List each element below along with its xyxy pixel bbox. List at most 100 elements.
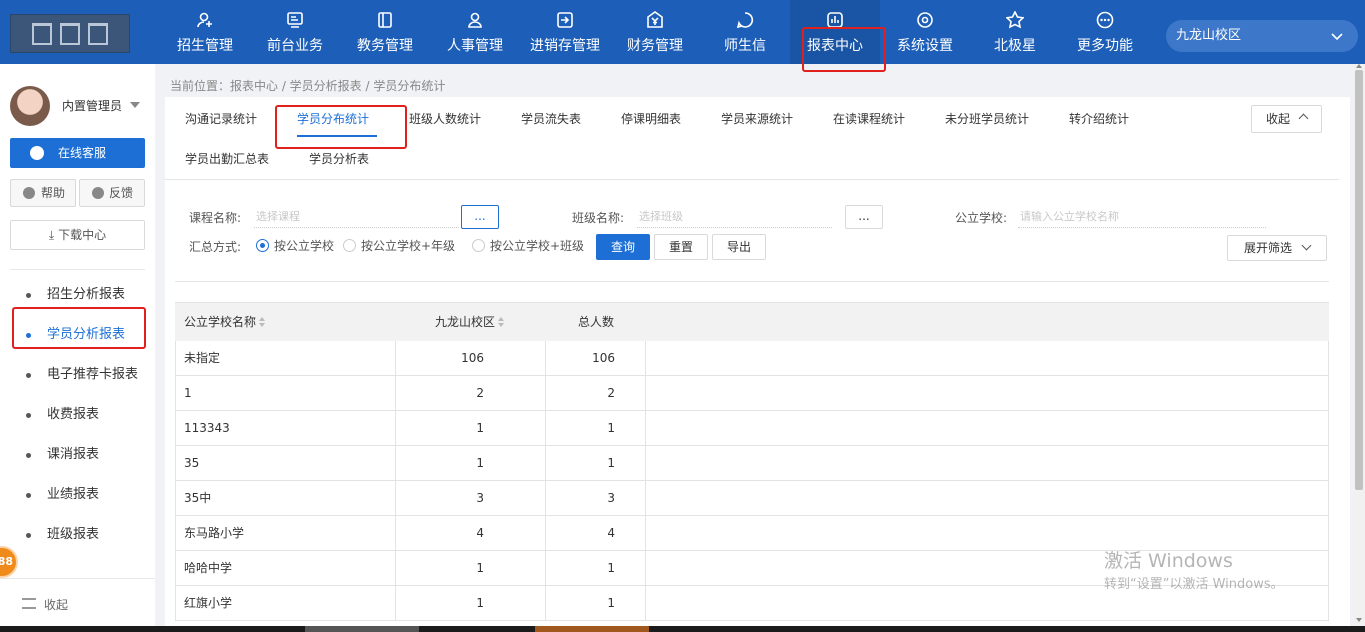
sidebar-item-ecard-report[interactable]: 电子推荐卡报表 xyxy=(0,355,155,395)
table-row: 35 1 1 xyxy=(175,446,1329,481)
activation-watermark-subtitle: 转到“设置”以激活 Windows。 xyxy=(1104,577,1284,592)
nav-frontdesk[interactable]: 前台业务 xyxy=(250,0,340,64)
nav-finance[interactable]: 财务管理 xyxy=(610,0,700,64)
radio-by-school-grade[interactable]: 按公立学校+年级 xyxy=(343,239,455,253)
bullet-icon xyxy=(26,493,31,498)
bullet-icon xyxy=(26,333,31,338)
sidebar-item-student-report[interactable]: 学员分析报表 xyxy=(0,315,155,355)
column-header-total[interactable]: 总人数 xyxy=(578,303,614,342)
class-input[interactable]: 选择班级 xyxy=(637,206,832,228)
download-icon: ⤓ xyxy=(48,228,55,242)
taskbar-item[interactable] xyxy=(305,626,419,632)
question-icon xyxy=(23,187,35,199)
course-picker-button[interactable]: ... xyxy=(461,205,499,229)
breadcrumb: 当前位置：报表中心 / 学员分析报表 / 学员分布统计 xyxy=(170,79,446,93)
feedback-button[interactable]: 反馈 xyxy=(79,179,145,207)
collapse-tabs-button[interactable]: 收起 xyxy=(1251,105,1322,133)
chevron-down-icon xyxy=(1301,240,1312,251)
help-button[interactable]: 帮助 xyxy=(10,179,76,207)
wechat-icon xyxy=(30,146,44,160)
star-icon xyxy=(1005,10,1025,29)
table-row: 35中 3 3 xyxy=(175,481,1329,516)
class-picker-button[interactable]: ... xyxy=(845,205,883,229)
nav-messaging[interactable]: 师生信 xyxy=(700,0,790,64)
school-label: 公立学校: xyxy=(955,211,1008,225)
online-service-button[interactable]: 在线客服 xyxy=(10,138,145,168)
page-scrollbar[interactable] xyxy=(1353,64,1365,624)
query-button[interactable]: 查询 xyxy=(596,234,650,260)
tab-student-churn[interactable]: 学员流失表 xyxy=(521,101,581,137)
column-header-school[interactable]: 公立学校名称 xyxy=(184,303,266,342)
sidebar-item-fee-report[interactable]: 收费报表 xyxy=(0,395,155,435)
divider xyxy=(175,281,1329,282)
scroll-down-icon[interactable] xyxy=(1356,618,1362,622)
expand-filter-button[interactable]: 展开筛选 xyxy=(1227,235,1327,261)
sidebar-item-performance-report[interactable]: 业绩报表 xyxy=(0,475,155,515)
sidebar-item-class-report[interactable]: 班级报表 xyxy=(0,515,155,555)
taskbar xyxy=(0,626,1365,632)
table-row: 未指定 106 106 xyxy=(175,341,1329,376)
campus-selector[interactable]: 九龙山校区 xyxy=(1166,20,1358,52)
sort-icon[interactable] xyxy=(498,317,505,327)
sidebar-item-enrollment-report[interactable]: 招生分析报表 xyxy=(0,275,155,315)
tab-attendance-summary[interactable]: 学员出勤汇总表 xyxy=(185,141,269,177)
download-center-button[interactable]: ⤓ 下载中心 xyxy=(10,220,145,250)
reset-button[interactable]: 重置 xyxy=(654,234,708,260)
table-row: 1 2 2 xyxy=(175,376,1329,411)
tab-active-course-stats[interactable]: 在读课程统计 xyxy=(833,101,905,137)
nav-polaris[interactable]: 北极星 xyxy=(970,0,1060,64)
arrow-box-icon xyxy=(556,11,574,29)
active-tab-indicator xyxy=(297,135,377,137)
sidebar-collapse-button[interactable]: 收起 xyxy=(22,596,68,613)
tab-student-analysis[interactable]: 学员分析表 xyxy=(309,141,369,177)
radio-by-school-class[interactable]: 按公立学校+班级 xyxy=(472,239,584,253)
person-icon xyxy=(466,11,484,29)
campus-name: 九龙山校区 xyxy=(1176,28,1242,43)
chevron-up-icon xyxy=(1298,113,1309,124)
tab-referral-stats[interactable]: 转介绍统计 xyxy=(1069,101,1129,137)
user-name[interactable]: 内置管理员 xyxy=(62,97,122,114)
scroll-up-icon[interactable] xyxy=(1356,64,1362,68)
more-icon xyxy=(1096,11,1114,29)
divider xyxy=(10,269,145,270)
caret-down-icon[interactable] xyxy=(130,102,140,108)
user-add-icon xyxy=(196,11,214,29)
feedback-icon xyxy=(92,187,104,199)
bullet-icon xyxy=(26,373,31,378)
sort-icon[interactable] xyxy=(259,317,266,327)
scroll-thumb[interactable] xyxy=(1355,70,1363,490)
school-input[interactable]: 请输入公立学校名称 xyxy=(1018,206,1266,228)
nav-more[interactable]: 更多功能 xyxy=(1060,0,1150,64)
tab-source-stats[interactable]: 学员来源统计 xyxy=(721,101,793,137)
divider xyxy=(165,179,1339,180)
menu-fold-icon xyxy=(22,598,36,609)
activation-watermark-title: 激活 Windows xyxy=(1104,550,1233,572)
nav-reports[interactable]: 报表中心 xyxy=(790,0,880,64)
nav-hr[interactable]: 人事管理 xyxy=(430,0,520,64)
tab-unassigned-stats[interactable]: 未分班学员统计 xyxy=(945,101,1029,137)
nav-academic[interactable]: 教务管理 xyxy=(340,0,430,64)
table-header: 公立学校名称 九龙山校区 总人数 xyxy=(175,302,1329,341)
nav-settings[interactable]: 系统设置 xyxy=(880,0,970,64)
tab-class-size-stats[interactable]: 班级人数统计 xyxy=(409,101,481,137)
chat-icon xyxy=(736,11,754,29)
divider xyxy=(0,578,155,579)
bullet-icon xyxy=(26,293,31,298)
nav-enrollment[interactable]: 招生管理 xyxy=(160,0,250,64)
class-label: 班级名称: xyxy=(572,211,625,225)
avatar[interactable] xyxy=(10,86,50,126)
radio-by-school[interactable]: 按公立学校 xyxy=(256,239,334,253)
taskbar-item[interactable] xyxy=(535,626,649,632)
bullet-icon xyxy=(26,413,31,418)
sidebar: 内置管理员 在线客服 帮助 反馈 ⤓ 下载中心 招生分析报表 学员分析报表 电子… xyxy=(0,64,155,632)
tab-student-distribution[interactable]: 学员分布统计 xyxy=(297,101,369,137)
course-input[interactable]: 选择课程 xyxy=(254,206,459,228)
app-logo[interactable] xyxy=(10,14,130,53)
sidebar-item-consumption-report[interactable]: 课消报表 xyxy=(0,435,155,475)
tab-communication-stats[interactable]: 沟通记录统计 xyxy=(185,101,257,137)
export-button[interactable]: 导出 xyxy=(712,234,766,260)
column-header-campus[interactable]: 九龙山校区 xyxy=(435,303,505,342)
chart-icon xyxy=(826,11,844,29)
nav-inventory[interactable]: 进销存管理 xyxy=(520,0,610,64)
tab-suspension-detail[interactable]: 停课明细表 xyxy=(621,101,681,137)
